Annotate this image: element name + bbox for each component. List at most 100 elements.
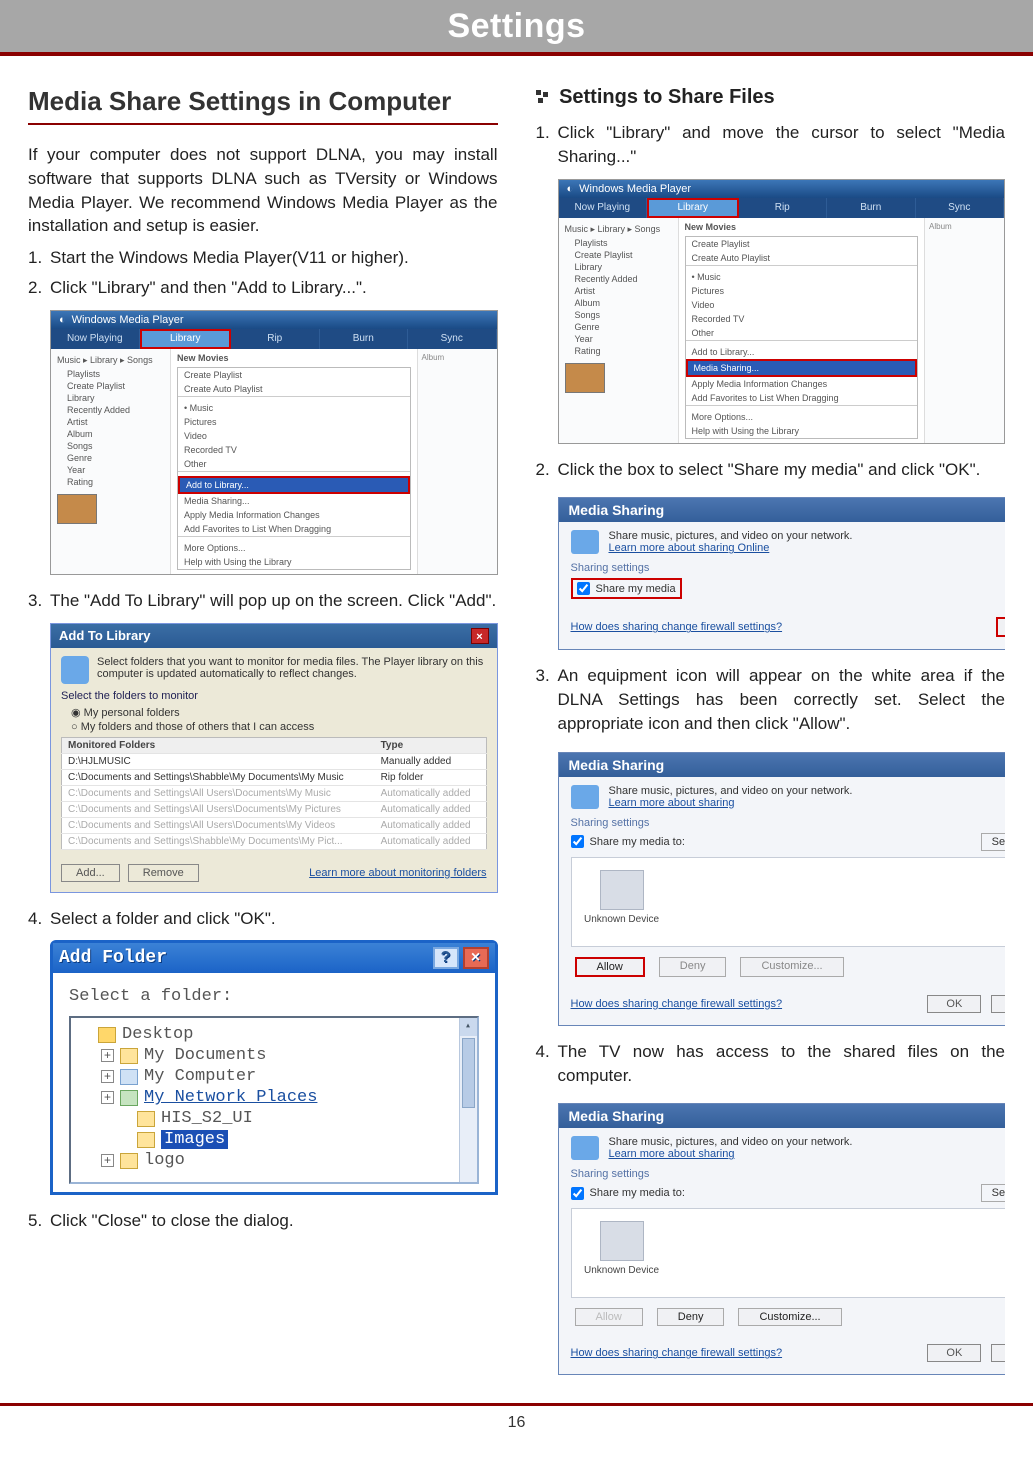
menu-apply-media-info[interactable]: Apply Media Information Changes [686,377,918,391]
help-button[interactable]: ? [433,947,459,969]
ms-learn-more-link[interactable]: Learn more about sharing Online [609,542,853,554]
menu-more-options[interactable]: More Options... [686,410,918,424]
folder-tree[interactable]: Desktop +My Documents +My Computer +My N… [69,1016,479,1184]
deny-button[interactable]: Deny [659,957,727,977]
expand-icon[interactable]: + [101,1154,114,1167]
menu-other[interactable]: Other [686,326,918,340]
menu-add-favorites[interactable]: Add Favorites to List When Dragging [686,391,918,405]
wmp-tree-item[interactable]: Artist [565,285,672,297]
radio-personal-folders[interactable]: ◉ My personal folders [71,706,487,719]
menu-video[interactable]: Video [178,429,410,443]
wmp-tree-item[interactable]: Songs [57,440,164,452]
wmp-tab-nowplaying[interactable]: Now Playing [559,198,648,218]
wmp-tree-item[interactable]: Recently Added [57,404,164,416]
allow-button[interactable]: Allow [575,957,645,977]
firewall-link[interactable]: How does sharing change firewall setting… [571,621,783,633]
wmp-tab-nowplaying[interactable]: Now Playing [51,329,140,349]
wmp-tree-item[interactable]: Library [565,261,672,273]
settings-button[interactable]: Settings... [981,833,1005,851]
wmp-tab-library[interactable]: Library [140,329,232,349]
ms-learn-more-link[interactable]: Learn more about sharing [609,797,853,809]
menu-help[interactable]: Help with Using the Library [178,555,410,569]
device-list[interactable]: Unknown Device [571,857,1006,947]
close-icon[interactable]: × [471,628,489,644]
wmp-tree-root[interactable]: Playlists [57,368,164,380]
wmp-tree-item[interactable]: Create Playlist [565,249,672,261]
device-item[interactable]: Unknown Device [584,1221,660,1276]
deny-button[interactable]: Deny [657,1308,725,1326]
tree-child-selected[interactable]: Images [161,1130,228,1149]
menu-create-auto-playlist[interactable]: Create Auto Playlist [686,251,918,265]
menu-apply-media-info[interactable]: Apply Media Information Changes [178,508,410,522]
wmp-tab-burn[interactable]: Burn [320,329,409,349]
allow-button[interactable]: Allow [575,1308,643,1326]
menu-recorded-tv[interactable]: Recorded TV [686,312,918,326]
add-button[interactable]: Add... [61,864,120,882]
wmp-tab-sync[interactable]: Sync [916,198,1005,218]
ok-button[interactable]: OK [927,995,981,1013]
menu-video[interactable]: Video [686,298,918,312]
ms-learn-more-link[interactable]: Learn more about sharing [609,1148,853,1160]
wmp-tree-item[interactable]: Songs [565,309,672,321]
wmp-tab-library[interactable]: Library [647,198,739,218]
tree-child[interactable]: logo [144,1151,185,1170]
scrollbar[interactable]: ▴ [459,1018,477,1182]
scroll-up-icon[interactable]: ▴ [460,1018,477,1036]
menu-add-to-library[interactable]: Add to Library... [686,345,918,359]
table-cell[interactable]: C:\Documents and Settings\Shabble\My Doc… [62,833,375,849]
table-cell[interactable]: D:\HJLMUSIC [62,753,375,769]
table-cell[interactable]: C:\Documents and Settings\Shabble\My Doc… [62,769,375,785]
menu-create-playlist[interactable]: Create Playlist [178,368,410,382]
wmp-tree-item[interactable]: Library [57,392,164,404]
firewall-link[interactable]: How does sharing change firewall setting… [571,998,783,1010]
device-list[interactable]: Unknown Device [571,1208,1006,1298]
wmp-tree-item[interactable]: Year [565,333,672,345]
share-my-media-to-checkbox[interactable]: Share my media to: [571,1187,685,1200]
menu-pictures[interactable]: Pictures [178,415,410,429]
ok-button[interactable]: OK [927,1344,981,1362]
remove-button[interactable]: Remove [128,864,199,882]
menu-add-favorites[interactable]: Add Favorites to List When Dragging [178,522,410,536]
settings-button[interactable]: Settings... [981,1184,1005,1202]
checkbox-icon[interactable] [577,582,590,595]
wmp-tree-root[interactable]: Playlists [565,237,672,249]
cancel-button[interactable]: Cancel [991,995,1005,1013]
wmp-tree-item[interactable]: Year [57,464,164,476]
wmp-tree-item[interactable]: Genre [565,321,672,333]
menu-create-playlist[interactable]: Create Playlist [686,237,918,251]
checkbox-icon[interactable] [571,1187,584,1200]
expand-icon[interactable]: + [101,1049,114,1062]
tree-desktop[interactable]: Desktop [122,1025,193,1044]
ok-button[interactable]: OK [996,617,1005,637]
close-icon[interactable]: × [463,947,489,969]
wmp-tab-rip[interactable]: Rip [739,198,828,218]
firewall-link[interactable]: How does sharing change firewall setting… [571,1347,783,1359]
wmp-tree-item[interactable]: Rating [565,345,672,357]
menu-music[interactable]: Music [178,401,410,415]
menu-help[interactable]: Help with Using the Library [686,424,918,438]
tree-my-computer[interactable]: My Computer [144,1067,256,1086]
checkbox-icon[interactable] [571,835,584,848]
wmp-tree-item[interactable]: Album [57,428,164,440]
expand-icon[interactable]: + [101,1070,114,1083]
menu-media-sharing[interactable]: Media Sharing... [178,494,410,508]
wmp-tree-item[interactable]: Genre [57,452,164,464]
expand-icon[interactable]: + [101,1091,114,1104]
wmp-tree-item[interactable]: Album [565,297,672,309]
tree-child[interactable]: HIS_S2_UI [161,1109,253,1128]
wmp-tab-rip[interactable]: Rip [231,329,320,349]
customize-button[interactable]: Customize... [740,957,843,977]
wmp-tree-item[interactable]: Artist [57,416,164,428]
menu-media-sharing[interactable]: Media Sharing... [686,359,918,377]
table-cell[interactable]: C:\Documents and Settings\All Users\Docu… [62,785,375,801]
table-cell[interactable]: C:\Documents and Settings\All Users\Docu… [62,801,375,817]
cancel-button[interactable]: Cancel [991,1344,1005,1362]
wmp-tree-item[interactable]: Create Playlist [57,380,164,392]
radio-others-folders[interactable]: ○ My folders and those of others that I … [71,721,487,733]
menu-pictures[interactable]: Pictures [686,284,918,298]
wmp-tab-sync[interactable]: Sync [408,329,497,349]
menu-other[interactable]: Other [178,457,410,471]
menu-add-to-library[interactable]: Add to Library... [178,476,410,494]
wmp-tab-burn[interactable]: Burn [827,198,916,218]
menu-create-auto-playlist[interactable]: Create Auto Playlist [178,382,410,396]
